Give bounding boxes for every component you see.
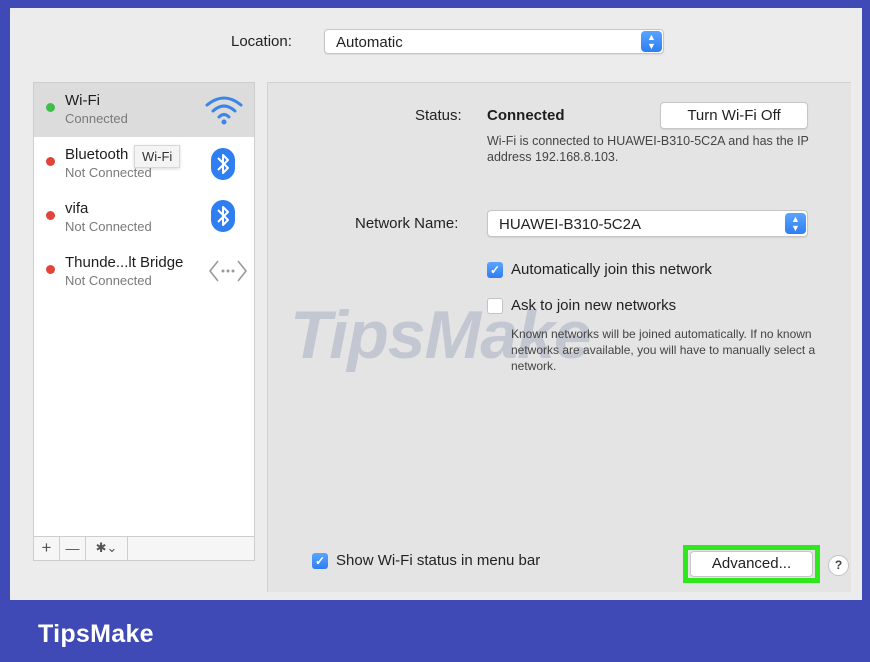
help-button[interactable]: ? bbox=[828, 555, 849, 576]
service-item-thunderbolt-bridge[interactable]: Thunde...lt Bridge Not Connected bbox=[34, 245, 254, 299]
ask-join-hint: Known networks will be joined automatica… bbox=[511, 327, 816, 373]
frame-right-border bbox=[862, 0, 870, 600]
service-status: Not Connected bbox=[65, 219, 152, 234]
thunderbolt-bridge-icon bbox=[208, 260, 248, 282]
add-service-button[interactable]: + bbox=[34, 537, 60, 560]
status-dot-green bbox=[46, 103, 55, 112]
status-description: Wi-Fi is connected to HUAWEI-B310-5C2A a… bbox=[487, 134, 809, 164]
status-value: Connected bbox=[487, 107, 565, 124]
tooltip: Wi-Fi bbox=[134, 145, 181, 168]
advanced-button[interactable]: Advanced... bbox=[690, 551, 813, 577]
status-dot-red bbox=[46, 211, 55, 220]
checkmark-icon: ✓ bbox=[312, 553, 328, 569]
show-status-label: Show Wi-Fi status in menu bar bbox=[336, 552, 541, 569]
service-status: Connected bbox=[65, 111, 128, 126]
ask-join-checkbox[interactable]: Ask to join new networks bbox=[487, 297, 727, 315]
status-dot-red bbox=[46, 265, 55, 274]
frame-top-border bbox=[0, 0, 870, 8]
location-stepper-icon: ▲ ▼ bbox=[641, 31, 662, 52]
bluetooth-icon bbox=[211, 200, 235, 232]
footer-brand: TipsMake bbox=[38, 620, 154, 648]
ask-join-label: Ask to join new networks bbox=[511, 297, 677, 314]
wifi-icon bbox=[205, 96, 243, 125]
service-status: Not Connected bbox=[65, 273, 152, 288]
status-dot-red bbox=[46, 157, 55, 166]
network-name-value: HUAWEI-B310-5C2A bbox=[499, 216, 641, 233]
network-name-label: Network Name: bbox=[355, 215, 459, 232]
bluetooth-icon bbox=[211, 148, 235, 180]
service-list: Wi-Fi Connected Bluetooth Not Connected … bbox=[33, 82, 255, 561]
service-name: Bluetooth bbox=[65, 146, 129, 163]
service-name: Thunde...lt Bridge bbox=[65, 254, 184, 271]
location-select-value: Automatic bbox=[336, 34, 403, 51]
gear-menu-button[interactable]: ✱⌄ bbox=[86, 537, 128, 560]
location-label: Location: bbox=[231, 33, 292, 50]
checkmark-icon: ✓ bbox=[487, 262, 503, 278]
service-name: Wi-Fi bbox=[65, 92, 100, 109]
status-label: Status: bbox=[415, 107, 462, 124]
auto-join-label: Automatically join this network bbox=[511, 261, 712, 278]
network-name-select[interactable]: HUAWEI-B310-5C2A ▲ ▼ bbox=[487, 210, 808, 237]
location-select[interactable]: Automatic ▲ ▼ bbox=[324, 29, 664, 54]
service-name: vifa bbox=[65, 200, 89, 217]
sidebar-toolbar: + — ✱⌄ bbox=[34, 536, 254, 560]
network-name-stepper-icon: ▲ ▼ bbox=[785, 213, 806, 234]
footer-banner: TipsMake bbox=[0, 600, 870, 662]
turn-wifi-off-button[interactable]: Turn Wi-Fi Off bbox=[660, 102, 808, 129]
service-item-vifa[interactable]: vifa Not Connected bbox=[34, 191, 254, 245]
checkbox-unchecked-icon bbox=[487, 298, 503, 314]
service-item-wifi[interactable]: Wi-Fi Connected bbox=[34, 83, 254, 137]
auto-join-checkbox[interactable]: ✓ Automatically join this network bbox=[487, 261, 767, 279]
show-status-checkbox[interactable]: ✓ Show Wi-Fi status in menu bar bbox=[312, 552, 592, 570]
frame-left-border bbox=[0, 0, 10, 600]
remove-service-button[interactable]: — bbox=[60, 537, 86, 560]
